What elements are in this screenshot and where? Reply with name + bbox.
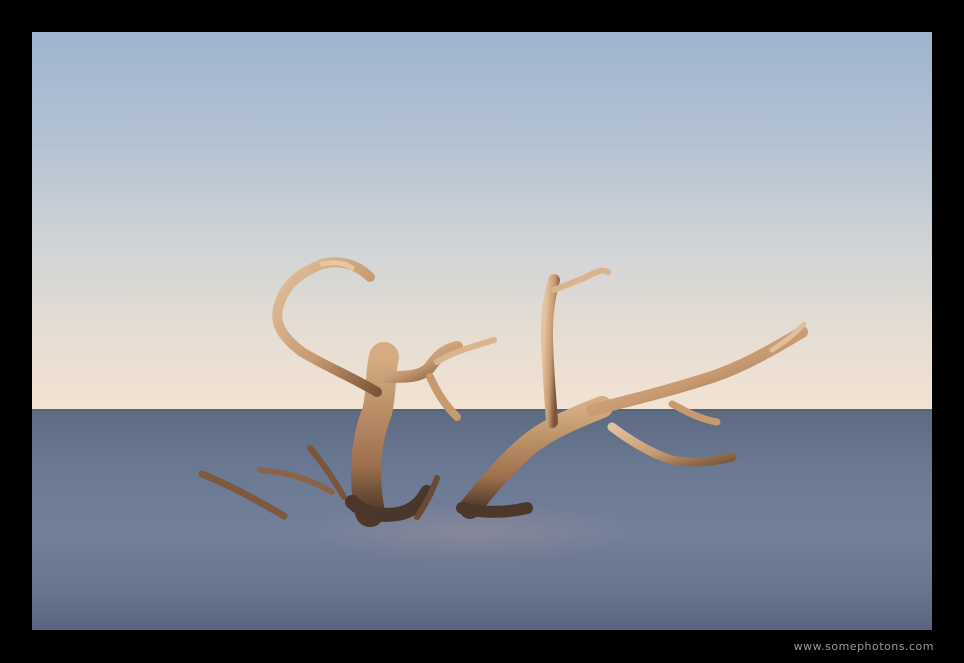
left-low-stick xyxy=(198,470,288,520)
right-driftwood xyxy=(456,267,808,519)
right-long-branch xyxy=(586,326,808,416)
left-driftwood xyxy=(198,257,497,527)
watermark-text: www.somephotons.com xyxy=(793,640,934,653)
right-upper-branch xyxy=(541,274,560,428)
left-trunk xyxy=(351,342,399,527)
driftwood-tree xyxy=(198,257,808,527)
left-upper-branch xyxy=(272,257,382,397)
black-frame: www.somephotons.com xyxy=(0,0,964,663)
right-trunk xyxy=(459,396,613,519)
photograph xyxy=(32,32,932,630)
right-lower-branch xyxy=(607,422,737,467)
